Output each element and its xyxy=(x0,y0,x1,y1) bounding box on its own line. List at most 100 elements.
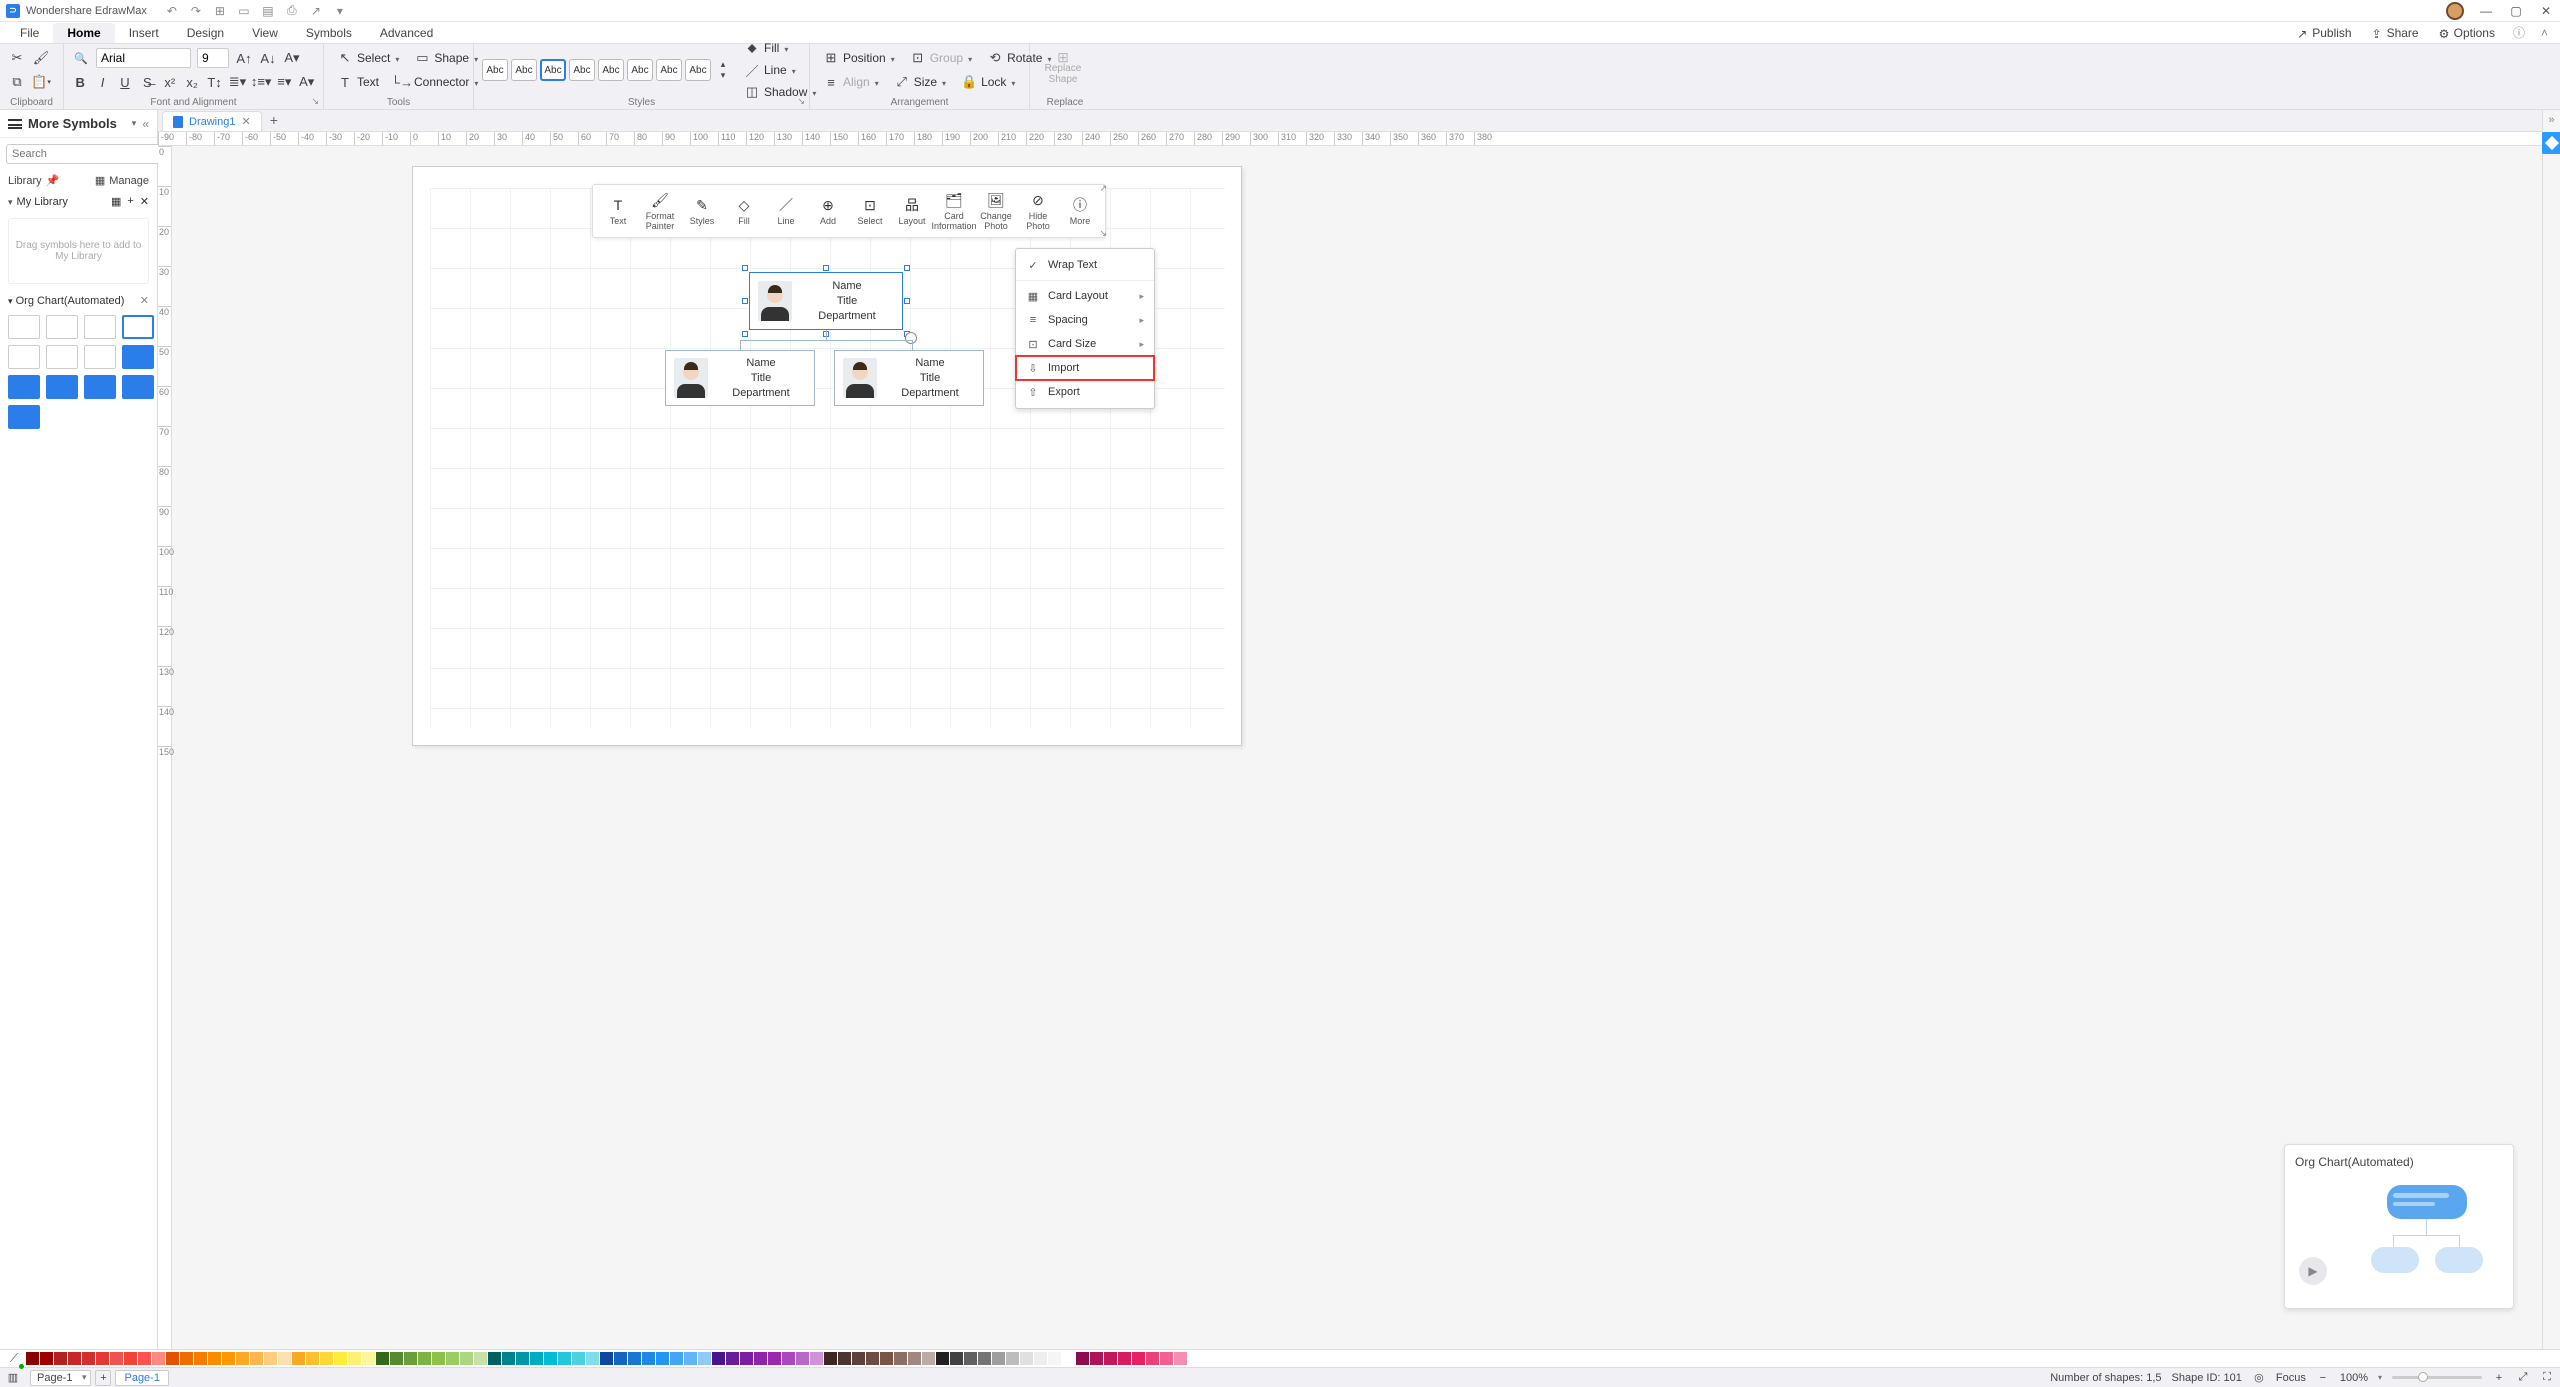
color-swatch[interactable] xyxy=(54,1352,67,1365)
library-dropzone[interactable]: Drag symbols here to add to My Library xyxy=(8,218,149,284)
zoom-out-icon[interactable]: − xyxy=(2316,1371,2330,1385)
symbols-menu-icon[interactable] xyxy=(8,119,22,129)
color-swatch[interactable] xyxy=(922,1352,935,1365)
symbol-thumb[interactable] xyxy=(46,315,78,339)
my-library-close-icon[interactable]: ✕ xyxy=(140,195,149,208)
color-swatch[interactable] xyxy=(838,1352,851,1365)
symbol-thumb[interactable] xyxy=(122,375,154,399)
color-swatch[interactable] xyxy=(376,1352,389,1365)
font-dialog-launcher-icon[interactable]: ↘ xyxy=(311,96,319,107)
org-node-root[interactable]: Name Title Department xyxy=(749,272,903,330)
color-swatch[interactable] xyxy=(180,1352,193,1365)
line-spacing-icon[interactable]: ↕≡▾ xyxy=(252,73,270,91)
color-swatch[interactable] xyxy=(684,1352,697,1365)
color-swatch[interactable] xyxy=(1104,1352,1117,1365)
color-swatch[interactable] xyxy=(810,1352,823,1365)
ctx-toolbar-resize-icon[interactable]: ↘ xyxy=(1099,228,1107,239)
position-button[interactable]: ⊞Position xyxy=(818,47,899,69)
share-button[interactable]: ⇪Share xyxy=(2364,24,2427,42)
cut-icon[interactable]: ✂ xyxy=(8,49,26,67)
align-text-icon[interactable]: ≡▾ xyxy=(276,73,292,91)
print-icon[interactable]: ⎙ xyxy=(285,4,299,18)
menu-card-size[interactable]: ⊡Card Size▸ xyxy=(1016,332,1154,356)
options-button[interactable]: ⚙Options xyxy=(2431,24,2503,42)
color-swatch[interactable] xyxy=(1006,1352,1019,1365)
color-swatch[interactable] xyxy=(572,1352,585,1365)
color-swatch[interactable] xyxy=(194,1352,207,1365)
minimize-icon[interactable]: — xyxy=(2478,3,2494,19)
highlight-icon[interactable]: A▾ xyxy=(299,73,315,91)
color-swatch[interactable] xyxy=(488,1352,501,1365)
fill-button[interactable]: ⬥Fill xyxy=(739,37,820,59)
shape-tool-button[interactable]: ▭Shape xyxy=(409,47,482,69)
symbol-thumb[interactable] xyxy=(8,405,40,429)
zoom-in-icon[interactable]: + xyxy=(2492,1371,2506,1385)
menu-design[interactable]: Design xyxy=(173,23,238,43)
color-swatch[interactable] xyxy=(208,1352,221,1365)
open-icon[interactable]: ▭ xyxy=(237,4,251,18)
symbol-thumb[interactable] xyxy=(46,345,78,369)
color-swatch[interactable] xyxy=(656,1352,669,1365)
color-swatch[interactable] xyxy=(124,1352,137,1365)
color-swatch[interactable] xyxy=(236,1352,249,1365)
focus-label[interactable]: Focus xyxy=(2276,1372,2306,1384)
color-swatch[interactable] xyxy=(530,1352,543,1365)
user-avatar[interactable] xyxy=(2446,2,2464,20)
menu-file[interactable]: File xyxy=(6,23,53,43)
color-swatch[interactable] xyxy=(880,1352,893,1365)
style-swatch[interactable]: Abc xyxy=(569,59,595,81)
symbol-thumb[interactable] xyxy=(122,345,154,369)
style-swatch[interactable]: Abc xyxy=(540,59,566,81)
close-window-icon[interactable]: ✕ xyxy=(2538,3,2554,19)
color-swatch[interactable] xyxy=(1034,1352,1047,1365)
color-swatch[interactable] xyxy=(698,1352,711,1365)
menu-spacing[interactable]: ≡Spacing▸ xyxy=(1016,308,1154,332)
color-swatch[interactable] xyxy=(712,1352,725,1365)
eyedropper-icon[interactable]: ⟋ xyxy=(6,1351,22,1367)
color-swatch[interactable] xyxy=(278,1352,291,1365)
color-swatch[interactable] xyxy=(1048,1352,1061,1365)
color-swatch[interactable] xyxy=(1062,1352,1075,1365)
color-swatch[interactable] xyxy=(68,1352,81,1365)
add-page-button[interactable]: + xyxy=(95,1370,111,1386)
category-header[interactable]: ▾ Org Chart(Automated) ✕ xyxy=(0,290,157,311)
menu-import[interactable]: ⇩Import xyxy=(1016,356,1154,380)
color-swatch[interactable] xyxy=(474,1352,487,1365)
color-swatch[interactable] xyxy=(894,1352,907,1365)
color-swatch[interactable] xyxy=(768,1352,781,1365)
ctx-text-button[interactable]: TText xyxy=(599,189,637,233)
ctx-format-painter-button[interactable]: 🖌Format Painter xyxy=(641,189,679,233)
superscript-icon[interactable]: x² xyxy=(162,73,178,91)
paste-icon[interactable]: 📋▾ xyxy=(32,73,50,91)
symbol-thumb[interactable] xyxy=(8,315,40,339)
color-swatch[interactable] xyxy=(1174,1352,1187,1365)
ctx-add-button[interactable]: ⊕Add xyxy=(809,189,847,233)
color-swatch[interactable] xyxy=(250,1352,263,1365)
styles-dialog-launcher-icon[interactable]: ↘ xyxy=(797,96,805,107)
color-swatch[interactable] xyxy=(1160,1352,1173,1365)
ctx-line-button[interactable]: ／Line xyxy=(767,189,805,233)
redo-icon[interactable]: ↷ xyxy=(189,4,203,18)
fullscreen-icon[interactable]: ⛶ xyxy=(2540,1371,2554,1385)
save-icon[interactable]: ▤ xyxy=(261,4,275,18)
color-swatch[interactable] xyxy=(222,1352,235,1365)
color-swatch[interactable] xyxy=(348,1352,361,1365)
size-button[interactable]: ⤢Size xyxy=(889,71,950,93)
underline-icon[interactable]: U xyxy=(117,73,133,91)
menu-card-layout[interactable]: ▦Card Layout▸ xyxy=(1016,284,1154,308)
add-tab-button[interactable]: + xyxy=(262,109,286,131)
ctx-more-button[interactable]: ⓘMore xyxy=(1061,189,1099,233)
menu-home[interactable]: Home xyxy=(53,23,114,43)
color-swatch[interactable] xyxy=(558,1352,571,1365)
color-swatch[interactable] xyxy=(992,1352,1005,1365)
sheet-viewport[interactable]: TText 🖌Format Painter ✎Styles ◇Fill ／Lin… xyxy=(172,146,2542,1349)
copy-icon[interactable]: ⧉ xyxy=(8,73,26,91)
left-panel-title[interactable]: More Symbols xyxy=(28,116,126,131)
bold-icon[interactable]: B xyxy=(72,73,88,91)
color-swatch[interactable] xyxy=(418,1352,431,1365)
color-swatch[interactable] xyxy=(670,1352,683,1365)
color-swatch[interactable] xyxy=(740,1352,753,1365)
font-name-input[interactable] xyxy=(96,48,191,68)
undo-icon[interactable]: ↶ xyxy=(165,4,179,18)
color-swatch[interactable] xyxy=(586,1352,599,1365)
